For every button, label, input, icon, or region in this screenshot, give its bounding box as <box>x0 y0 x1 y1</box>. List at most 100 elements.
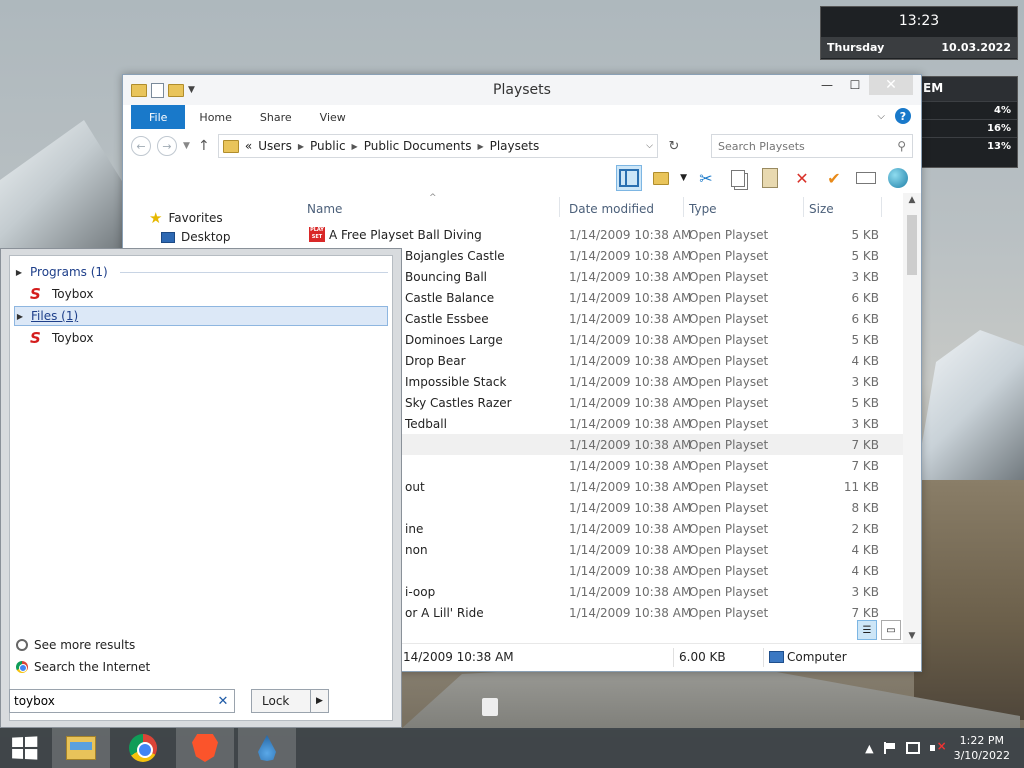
minimize-button[interactable]: — <box>813 75 841 95</box>
taskbar-brave[interactable] <box>176 728 234 768</box>
lock-button[interactable]: Lock ▶ <box>251 689 329 713</box>
scroll-up-icon[interactable]: ▲ <box>903 195 921 205</box>
nav-item-desktop[interactable]: Desktop <box>161 230 231 244</box>
chevron-down-icon[interactable]: ⌵ <box>646 141 653 151</box>
taskbar-explorer[interactable] <box>52 728 110 768</box>
tab-file[interactable]: File <box>131 105 186 129</box>
nav-item-favorites[interactable]: ★ Favorites <box>149 209 223 227</box>
breadcrumb-public[interactable]: Public <box>310 139 346 153</box>
cell-size: 5 KB <box>851 228 879 242</box>
cell-name: or A Lill' Ride <box>405 606 484 620</box>
cut-button[interactable]: ✂ <box>693 165 719 191</box>
chevron-right-icon[interactable]: ▶ <box>298 142 304 151</box>
ribbon-right: ⌵ ? <box>877 108 911 124</box>
column-type[interactable]: Type <box>689 202 717 216</box>
system-monitor-widget: EM 4% 16% 13% <box>918 76 1018 168</box>
column-date[interactable]: Date modified <box>569 202 654 216</box>
cell-type: Open Playset <box>689 459 769 473</box>
taskbar-chrome[interactable] <box>114 728 172 768</box>
network-button[interactable] <box>885 165 911 191</box>
chevron-right-icon[interactable]: ▶ <box>352 142 358 151</box>
cell-date: 1/14/2009 10:38 AM <box>569 375 692 389</box>
widget-time: 13:23 <box>898 13 940 29</box>
clear-search-icon[interactable]: ✕ <box>216 694 230 709</box>
forward-button[interactable]: → <box>157 136 177 156</box>
address-bar[interactable]: « Users ▶ Public ▶ Public Documents ▶ Pl… <box>217 134 658 158</box>
tab-view[interactable]: View <box>306 105 360 129</box>
table-row[interactable]: PLAY SET A Free Playset Ball Diving 1/14/2… <box>301 224 903 245</box>
tab-share[interactable]: Share <box>246 105 306 129</box>
cell-name: Castle Balance <box>405 291 495 305</box>
close-button[interactable]: ✕ <box>869 75 913 95</box>
taskbar-app-drop[interactable] <box>238 728 296 768</box>
qat-dropdown-icon[interactable]: ▼ <box>188 85 195 95</box>
scroll-thumb[interactable] <box>907 215 917 275</box>
cell-type: Open Playset <box>689 375 769 389</box>
help-icon[interactable]: ? <box>895 108 911 124</box>
programs-group-header[interactable]: ▶ Programs (1) <box>14 262 388 282</box>
column-divider[interactable] <box>881 197 882 217</box>
details-view-button[interactable]: ☰ <box>857 620 877 640</box>
cell-type: Open Playset <box>689 396 769 410</box>
search-internet-link[interactable]: Search the Internet <box>16 658 150 676</box>
cell-name: Castle Essbee <box>405 312 489 326</box>
copy-button[interactable] <box>725 165 751 191</box>
cell-type: Open Playset <box>689 291 769 305</box>
see-more-results-link[interactable]: See more results <box>16 636 135 654</box>
search-box[interactable]: ⚲ <box>711 134 913 158</box>
back-button[interactable]: ← <box>131 136 151 156</box>
search-icon[interactable]: ⚲ <box>897 139 906 153</box>
files-group-header[interactable]: ▶ Files (1) <box>14 306 388 326</box>
action-center-flag-icon[interactable] <box>883 742 896 754</box>
cell-size: 11 KB <box>843 480 879 494</box>
new-folder-icon[interactable] <box>168 83 184 97</box>
cell-size: 5 KB <box>851 333 879 347</box>
cell-name: Drop Bear <box>405 354 466 368</box>
scroll-down-icon[interactable]: ▼ <box>903 631 921 641</box>
file-result-toybox[interactable]: S Toybox <box>30 328 93 348</box>
column-divider[interactable] <box>683 197 684 217</box>
column-size[interactable]: Size <box>809 202 834 216</box>
organize-button[interactable] <box>648 165 674 191</box>
cell-size: 8 KB <box>851 501 879 515</box>
rename-button[interactable] <box>853 165 879 191</box>
maximize-button[interactable]: ☐ <box>841 75 869 95</box>
breadcrumb-overflow[interactable]: « <box>245 139 252 153</box>
search-input[interactable] <box>718 139 898 153</box>
start-search-input[interactable] <box>14 694 216 708</box>
paste-button[interactable] <box>757 165 783 191</box>
program-result-toybox[interactable]: S Toybox <box>30 284 93 304</box>
copy-icon <box>731 169 745 187</box>
folder-icon[interactable] <box>131 83 147 97</box>
breadcrumb-public-documents[interactable]: Public Documents <box>364 139 472 153</box>
widget-date-row: Thursday 10.03.2022 <box>821 37 1017 58</box>
column-name[interactable]: Name <box>307 202 342 216</box>
vertical-scrollbar[interactable]: ▲ ▼ <box>903 193 921 643</box>
recent-locations-icon[interactable]: ▼ <box>183 141 190 151</box>
properties-icon[interactable] <box>151 82 164 98</box>
volume-muted-icon[interactable] <box>929 739 947 754</box>
column-divider[interactable] <box>803 197 804 217</box>
up-button[interactable]: ↑ <box>196 138 212 154</box>
lock-options-icon[interactable]: ▶ <box>310 690 328 712</box>
expand-ribbon-icon[interactable]: ⌵ <box>877 111 885 122</box>
tab-home[interactable]: Home <box>185 105 245 129</box>
show-hidden-icons-icon[interactable]: ▲ <box>865 742 873 755</box>
refresh-icon[interactable]: ↻ <box>664 139 684 154</box>
network-icon[interactable] <box>905 742 920 754</box>
breadcrumb-playsets[interactable]: Playsets <box>490 139 540 153</box>
cell-size: 7 KB <box>851 459 879 473</box>
delete-button[interactable]: ✕ <box>789 165 815 191</box>
select-button[interactable]: ✔ <box>821 165 847 191</box>
preview-pane-button[interactable] <box>616 165 643 191</box>
title-bar[interactable]: ▼ Playsets — ☐ ✕ <box>123 75 921 105</box>
column-divider[interactable] <box>559 197 560 217</box>
start-search-box[interactable]: ✕ <box>9 689 235 713</box>
cell-date: 1/14/2009 10:38 AM <box>569 543 692 557</box>
large-icons-view-button[interactable]: ▭ <box>881 620 901 640</box>
breadcrumb-users[interactable]: Users <box>258 139 292 153</box>
start-button[interactable] <box>0 728 48 768</box>
tray-clock[interactable]: 1:22 PM 3/10/2022 <box>954 733 1010 763</box>
chevron-right-icon[interactable]: ▶ <box>477 142 483 151</box>
chevron-down-icon[interactable]: ▼ <box>680 173 687 183</box>
